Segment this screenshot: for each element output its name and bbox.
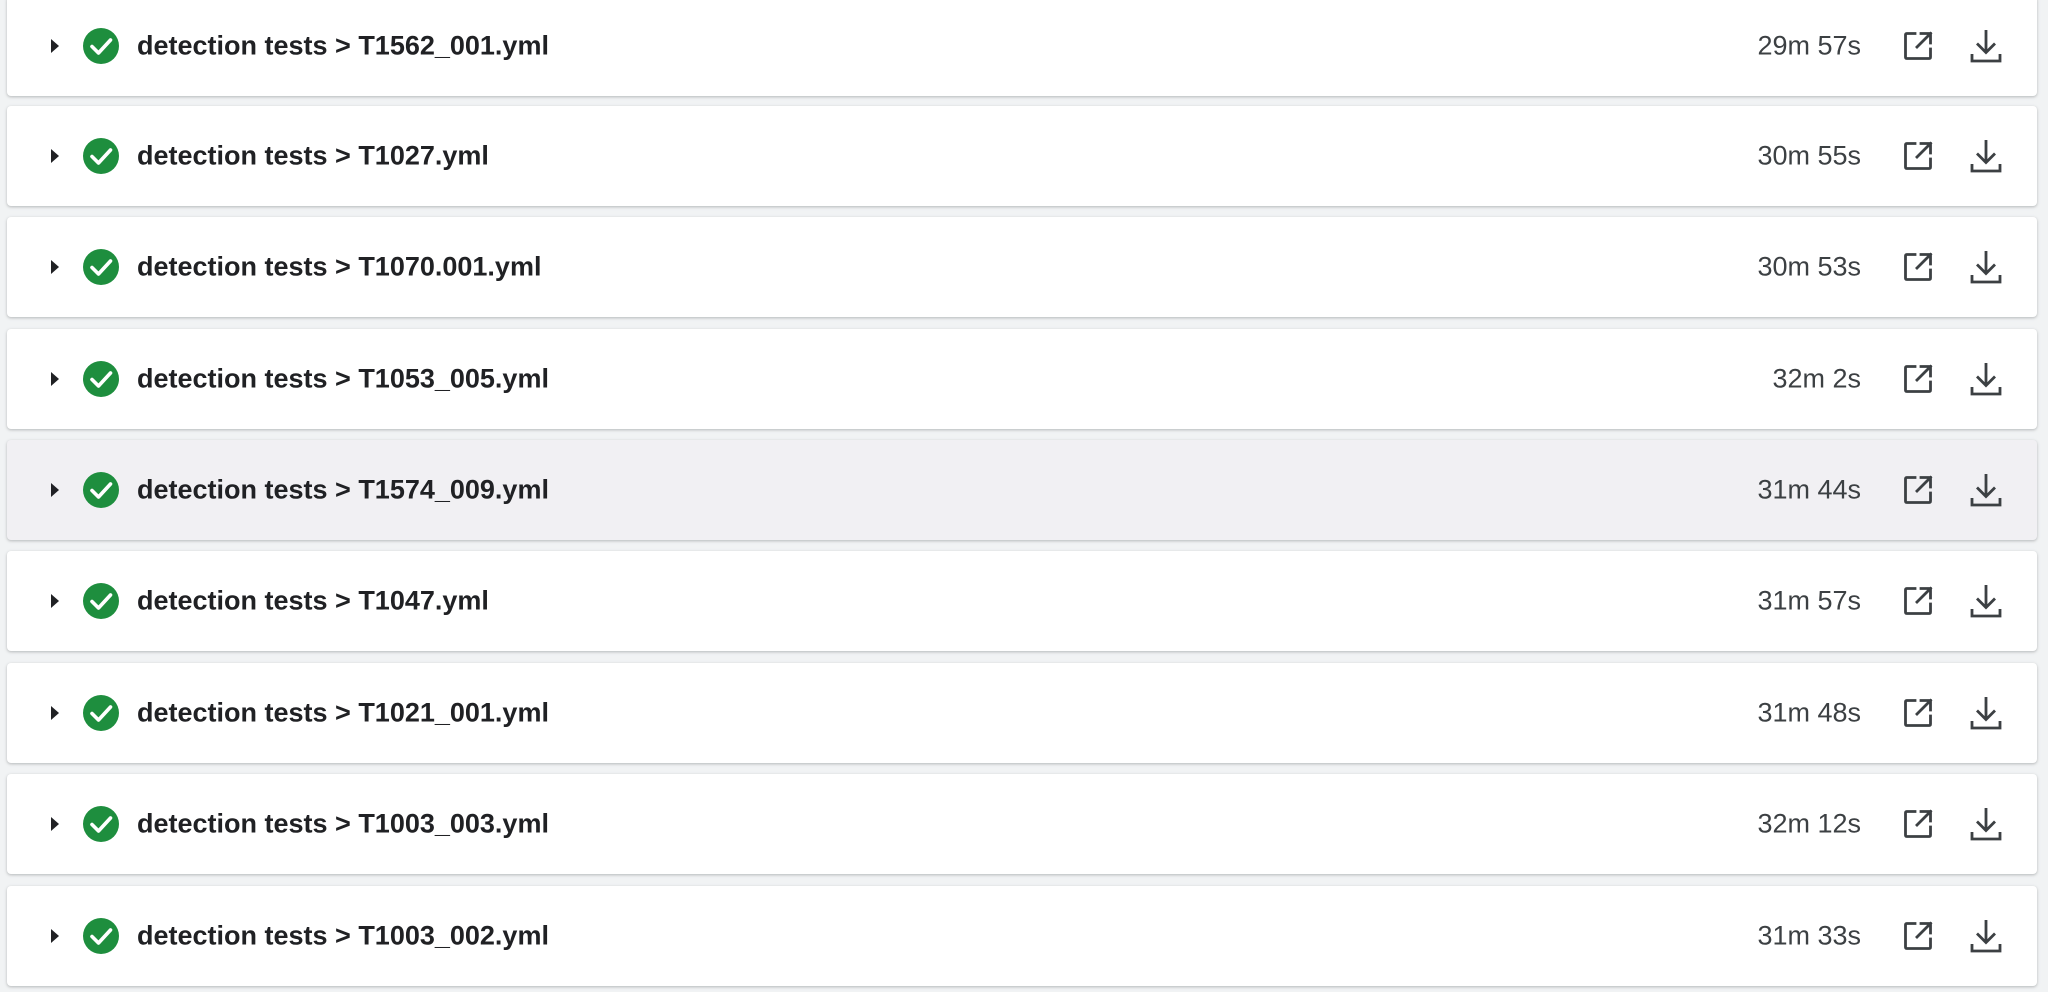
- job-name: detection tests > T1574_009.yml: [137, 474, 549, 505]
- download-icon[interactable]: [1966, 26, 2006, 66]
- job-duration: 31m 57s: [1757, 585, 1861, 616]
- job-duration: 30m 53s: [1757, 251, 1861, 282]
- check-circle-icon: [82, 805, 120, 843]
- expand-caret-icon[interactable]: [43, 478, 67, 502]
- open-in-new-icon[interactable]: [1898, 359, 1938, 399]
- download-icon[interactable]: [1966, 804, 2006, 844]
- job-row[interactable]: detection tests > T1070.001.yml 30m 53s: [7, 217, 2037, 317]
- download-icon[interactable]: [1966, 693, 2006, 733]
- open-in-new-icon[interactable]: [1898, 26, 1938, 66]
- expand-caret-icon[interactable]: [43, 701, 67, 725]
- job-row[interactable]: detection tests > T1003_003.yml 32m 12s: [7, 774, 2037, 874]
- job-duration: 32m 12s: [1757, 808, 1861, 839]
- expand-caret-icon[interactable]: [43, 589, 67, 613]
- open-in-new-icon[interactable]: [1898, 247, 1938, 287]
- job-duration: 30m 55s: [1757, 140, 1861, 171]
- job-duration: 31m 44s: [1757, 474, 1861, 505]
- download-icon[interactable]: [1966, 247, 2006, 287]
- job-name: detection tests > T1021_001.yml: [137, 697, 549, 728]
- expand-caret-icon[interactable]: [43, 255, 67, 279]
- check-circle-icon: [82, 360, 120, 398]
- job-row[interactable]: detection tests > T1562_001.yml 29m 57s: [7, 0, 2037, 96]
- expand-caret-icon[interactable]: [43, 144, 67, 168]
- job-row[interactable]: detection tests > T1003_002.yml 31m 33s: [7, 886, 2037, 986]
- job-duration: 32m 2s: [1772, 363, 1861, 394]
- job-duration: 31m 48s: [1757, 697, 1861, 728]
- job-row[interactable]: detection tests > T1027.yml 30m 55s: [7, 106, 2037, 206]
- open-in-new-icon[interactable]: [1898, 581, 1938, 621]
- download-icon[interactable]: [1966, 916, 2006, 956]
- job-duration: 31m 33s: [1757, 920, 1861, 951]
- check-circle-icon: [82, 694, 120, 732]
- open-in-new-icon[interactable]: [1898, 136, 1938, 176]
- check-circle-icon: [82, 917, 120, 955]
- open-in-new-icon[interactable]: [1898, 470, 1938, 510]
- check-circle-icon: [82, 137, 120, 175]
- download-icon[interactable]: [1966, 581, 2006, 621]
- check-circle-icon: [82, 471, 120, 509]
- job-name: detection tests > T1027.yml: [137, 140, 489, 171]
- expand-caret-icon[interactable]: [43, 367, 67, 391]
- job-row[interactable]: detection tests > T1053_005.yml 32m 2s: [7, 329, 2037, 429]
- open-in-new-icon[interactable]: [1898, 916, 1938, 956]
- job-name: detection tests > T1562_001.yml: [137, 30, 549, 61]
- expand-caret-icon[interactable]: [43, 812, 67, 836]
- expand-caret-icon[interactable]: [43, 34, 67, 58]
- job-row[interactable]: detection tests > T1047.yml 31m 57s: [7, 551, 2037, 651]
- job-name: detection tests > T1053_005.yml: [137, 363, 549, 394]
- expand-caret-icon[interactable]: [43, 924, 67, 948]
- job-row[interactable]: detection tests > T1021_001.yml 31m 48s: [7, 663, 2037, 763]
- job-name: detection tests > T1003_002.yml: [137, 920, 549, 951]
- download-icon[interactable]: [1966, 359, 2006, 399]
- download-icon[interactable]: [1966, 470, 2006, 510]
- open-in-new-icon[interactable]: [1898, 693, 1938, 733]
- job-row[interactable]: detection tests > T1574_009.yml 31m 44s: [7, 440, 2037, 540]
- check-circle-icon: [82, 582, 120, 620]
- check-circle-icon: [82, 248, 120, 286]
- job-duration: 29m 57s: [1757, 30, 1861, 61]
- download-icon[interactable]: [1966, 136, 2006, 176]
- job-name: detection tests > T1047.yml: [137, 585, 489, 616]
- check-circle-icon: [82, 27, 120, 65]
- job-name: detection tests > T1003_003.yml: [137, 808, 549, 839]
- open-in-new-icon[interactable]: [1898, 804, 1938, 844]
- job-list: detection tests > T1562_001.yml 29m 57s …: [0, 0, 2048, 992]
- job-name: detection tests > T1070.001.yml: [137, 251, 542, 282]
